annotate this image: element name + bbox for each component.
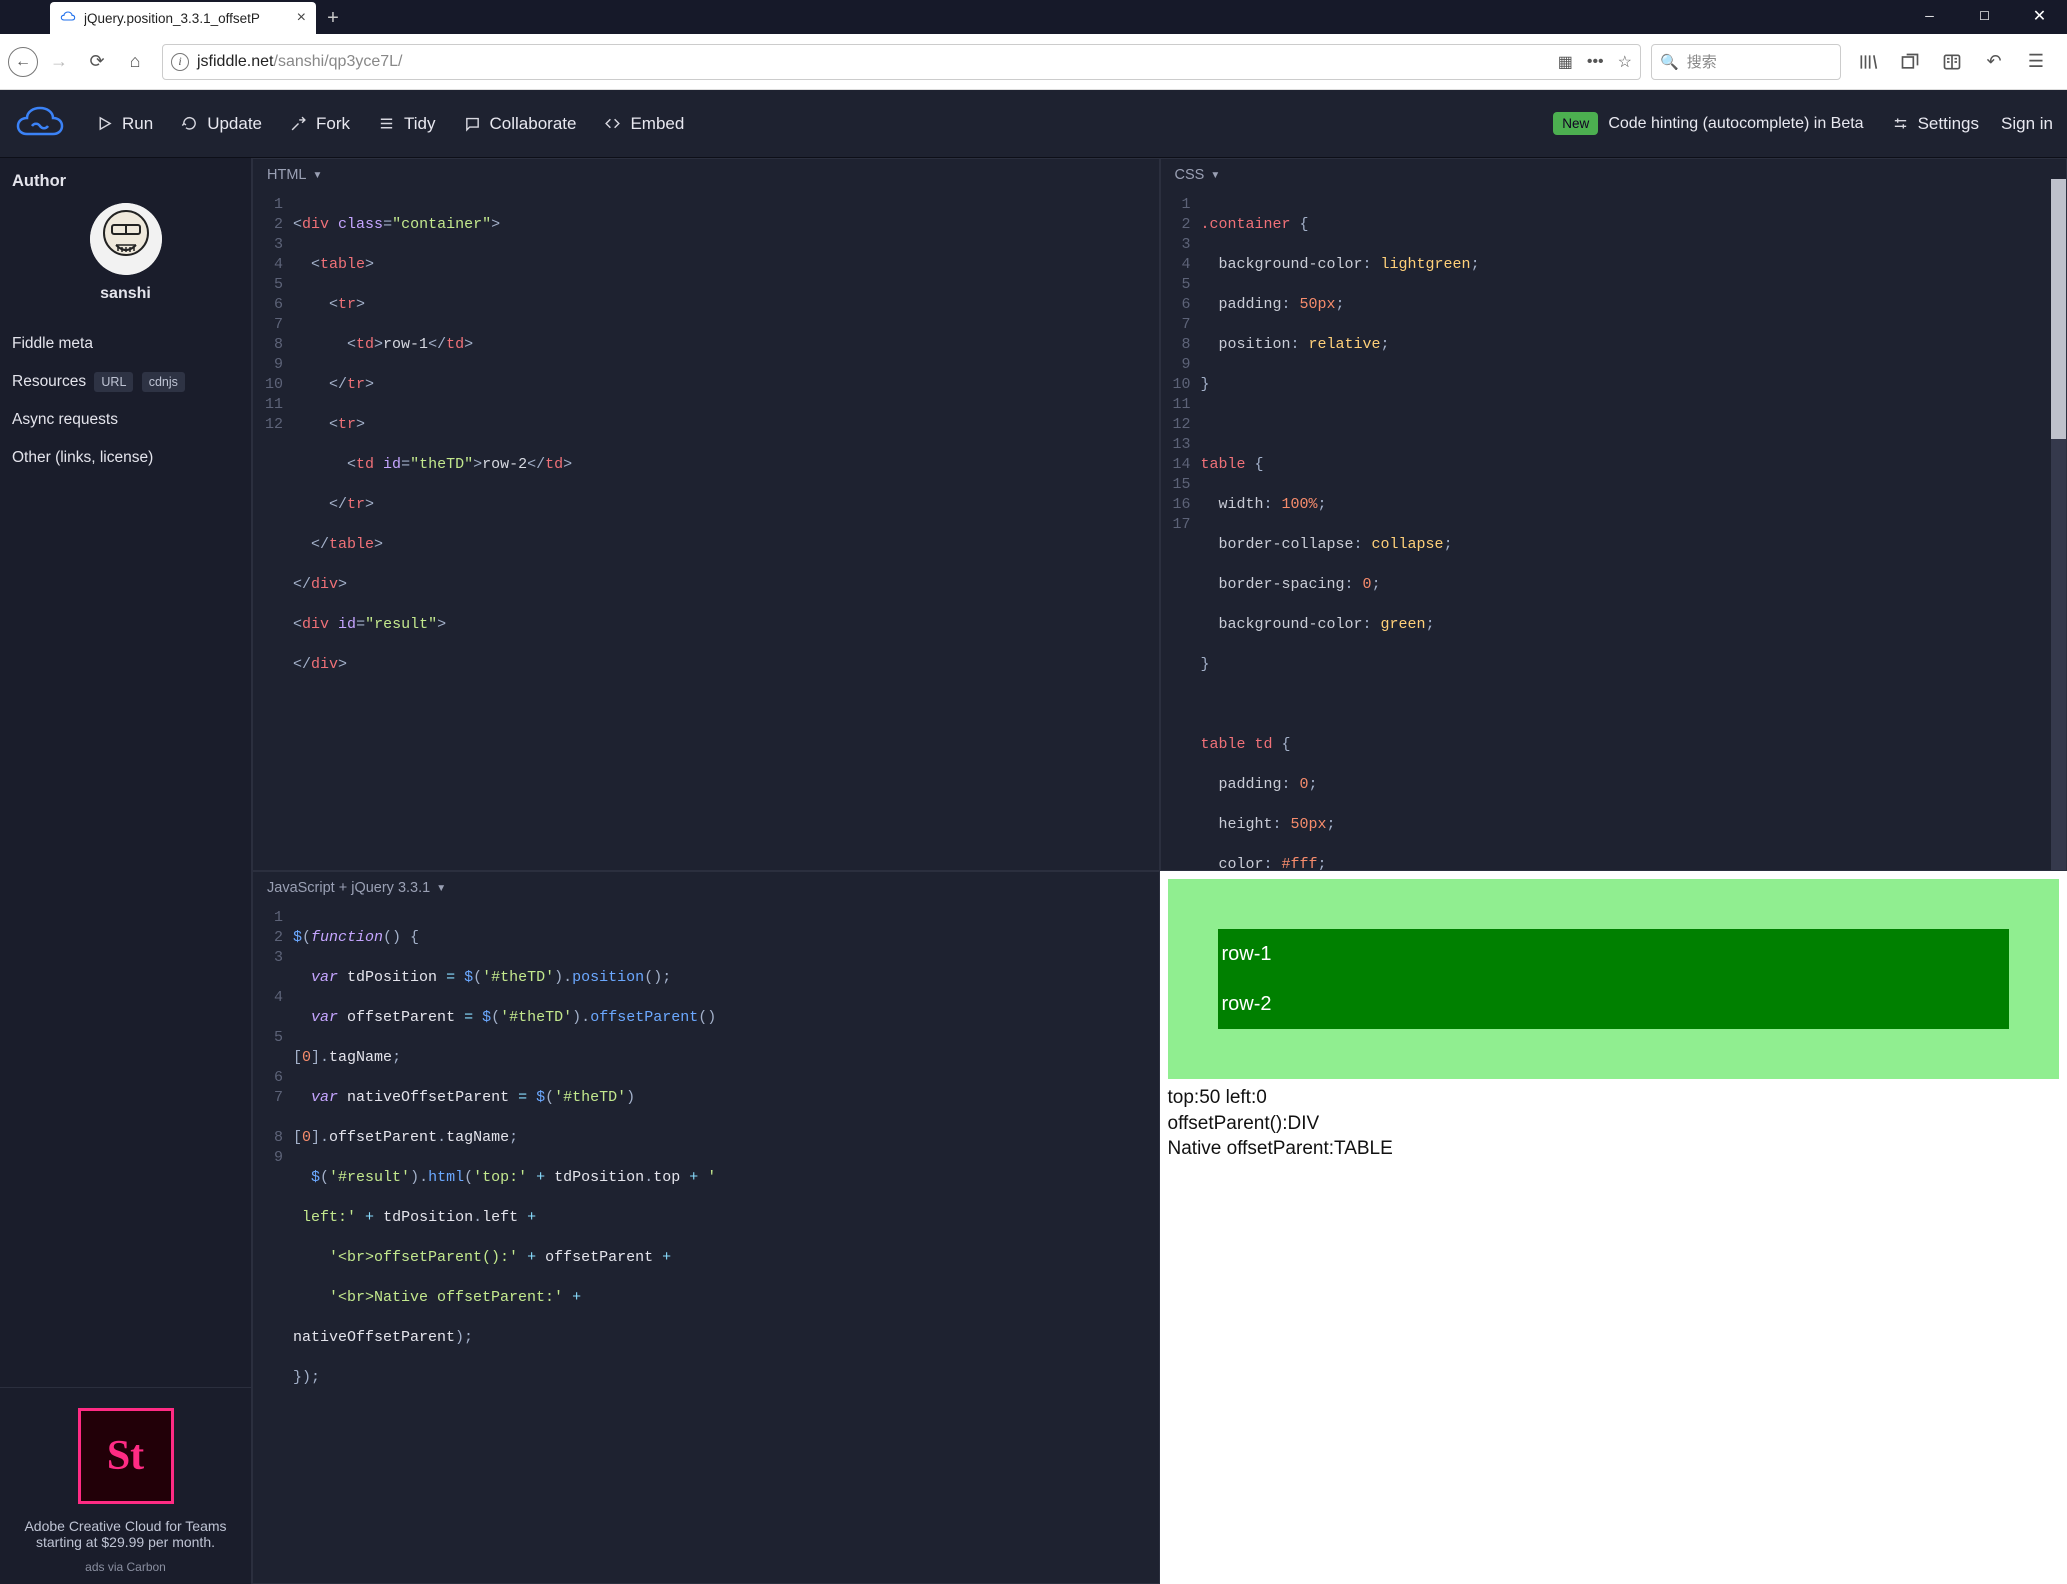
qr-icon[interactable]: ▦	[1558, 52, 1573, 72]
url-bar[interactable]: i jsfiddle.net/sanshi/qp3yce7L/ ▦ ••• ☆	[162, 44, 1641, 80]
html-panel: HTML▼ 123456789101112 <div class="contai…	[252, 158, 1160, 871]
sidebar-ad[interactable]: St Adobe Creative Cloud for Teams starti…	[0, 1387, 251, 1584]
browser-nav-bar: ← → ⟳ ⌂ i jsfiddle.net/sanshi/qp3yce7L/ …	[0, 34, 2067, 90]
result-line-3: Native offsetParent:TABLE	[1168, 1136, 2060, 1162]
ad-text-2: starting at $29.99 per month.	[12, 1534, 239, 1550]
library-icon[interactable]	[1851, 45, 1885, 79]
site-info-icon[interactable]: i	[171, 53, 189, 71]
result-line-2: offsetParent():DIV	[1168, 1111, 2060, 1137]
screenshot-icon[interactable]	[1893, 45, 1927, 79]
undo-icon[interactable]: ↶	[1977, 45, 2011, 79]
js-code-editor[interactable]: 123456789 $(function() { var tdPosition …	[253, 904, 1159, 1583]
window-close-button[interactable]: ✕	[2012, 0, 2067, 32]
result-container: row-1 row-2	[1168, 879, 2060, 1079]
hint-text[interactable]: Code hinting (autocomplete) in Beta	[1608, 115, 1863, 133]
tab-title: jQuery.position_3.3.1_offsetP	[84, 11, 297, 26]
window-minimize-button[interactable]: ─	[1902, 0, 1957, 32]
settings-button[interactable]: Settings	[1892, 114, 1979, 134]
tidy-button[interactable]: Tidy	[378, 114, 436, 134]
home-button[interactable]: ⌂	[118, 45, 152, 79]
jsfiddle-logo-icon[interactable]	[14, 106, 66, 142]
result-row-1: row-1	[1218, 929, 2010, 979]
cdnjs-badge[interactable]: cdnjs	[142, 372, 185, 392]
more-actions-icon[interactable]: •••	[1587, 53, 1604, 71]
collaborate-button[interactable]: Collaborate	[464, 114, 577, 134]
reader-icon[interactable]	[1935, 45, 1969, 79]
html-panel-header[interactable]: HTML▼	[253, 159, 1159, 191]
reload-button[interactable]: ⟳	[80, 45, 114, 79]
forward-button[interactable]: →	[42, 45, 76, 79]
js-panel: JavaScript + jQuery 3.3.1▼ 123456789 $(f…	[252, 871, 1160, 1584]
ad-text-1: Adobe Creative Cloud for Teams	[12, 1518, 239, 1534]
author-avatar[interactable]	[90, 203, 162, 275]
fork-button[interactable]: Fork	[290, 114, 350, 134]
css-code-editor[interactable]: 1234567891011121314151617 .container { b…	[1161, 191, 2067, 870]
new-tab-button[interactable]: +	[316, 2, 350, 34]
update-button[interactable]: Update	[181, 114, 262, 134]
browser-tab-bar: jQuery.position_3.3.1_offsetP × + ─ ☐ ✕	[0, 0, 2067, 34]
ad-logo: St	[78, 1408, 174, 1504]
window-maximize-button[interactable]: ☐	[1957, 0, 2012, 32]
sidebar: Author sanshi Fiddle meta Resources URL …	[0, 158, 252, 1584]
jsfiddle-favicon-icon	[60, 10, 76, 26]
css-scrollbar-thumb[interactable]	[2051, 179, 2066, 439]
tab-close-icon[interactable]: ×	[297, 9, 306, 27]
result-panel: row-1 row-2 top:50 left:0 offsetParent()…	[1160, 871, 2067, 1584]
sidebar-item-other[interactable]: Other (links, license)	[0, 439, 251, 477]
search-placeholder: 搜索	[1687, 51, 1717, 72]
embed-button[interactable]: Embed	[604, 114, 684, 134]
caret-down-icon: ▼	[312, 170, 322, 181]
jsfiddle-toolbar: Run Update Fork Tidy Collaborate Embed N…	[0, 90, 2067, 158]
sliders-icon	[1892, 115, 1909, 132]
browser-search-bar[interactable]: 🔍 搜索	[1651, 44, 1841, 80]
new-badge: New	[1553, 112, 1598, 135]
caret-down-icon: ▼	[436, 883, 446, 894]
css-panel-header[interactable]: CSS▼	[1161, 159, 2067, 191]
sidebar-item-resources[interactable]: Resources URL cdnjs	[0, 363, 251, 401]
result-output: top:50 left:0 offsetParent():DIV Native …	[1168, 1085, 2060, 1162]
result-line-1: top:50 left:0	[1168, 1085, 2060, 1111]
author-heading: Author	[12, 172, 239, 191]
sidebar-item-async[interactable]: Async requests	[0, 401, 251, 439]
menu-icon[interactable]: ☰	[2019, 45, 2053, 79]
browser-tab[interactable]: jQuery.position_3.3.1_offsetP ×	[50, 2, 316, 34]
css-panel: CSS▼ 1234567891011121314151617 .containe…	[1160, 158, 2067, 871]
caret-down-icon: ▼	[1210, 170, 1220, 181]
back-button[interactable]: ←	[8, 47, 38, 77]
search-icon: 🔍	[1660, 53, 1679, 71]
sidebar-item-fiddle-meta[interactable]: Fiddle meta	[0, 325, 251, 363]
author-username[interactable]: sanshi	[12, 285, 239, 303]
bookmark-star-icon[interactable]: ☆	[1618, 52, 1632, 72]
js-panel-header[interactable]: JavaScript + jQuery 3.3.1▼	[253, 872, 1159, 904]
url-badge[interactable]: URL	[94, 372, 133, 392]
result-row-2: row-2	[1218, 979, 2010, 1029]
html-code-editor[interactable]: 123456789101112 <div class="container"> …	[253, 191, 1159, 870]
result-table: row-1 row-2	[1218, 929, 2010, 1029]
signin-button[interactable]: Sign in	[2001, 114, 2053, 134]
run-button[interactable]: Run	[96, 114, 153, 134]
ad-caption: ads via Carbon	[12, 1560, 239, 1574]
url-text: jsfiddle.net/sanshi/qp3yce7L/	[197, 53, 1550, 71]
